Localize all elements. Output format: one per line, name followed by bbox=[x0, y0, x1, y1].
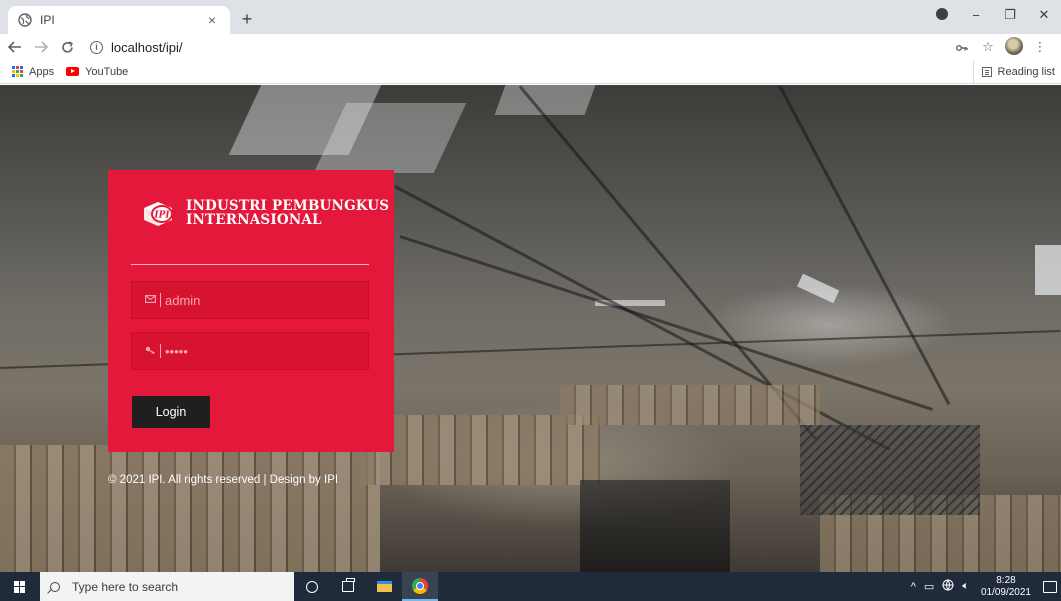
reading-list-icon bbox=[981, 67, 992, 77]
menu-icon[interactable]: ⋮ bbox=[1027, 39, 1053, 55]
system-tray: ^ ▭ 🔈︎ 8:28 01/09/2021 bbox=[907, 572, 1061, 601]
arrow-left-icon bbox=[8, 41, 21, 53]
field-separator bbox=[160, 344, 161, 358]
tab-close-icon[interactable]: × bbox=[204, 12, 220, 28]
task-view-button[interactable] bbox=[330, 572, 366, 601]
reload-button[interactable] bbox=[56, 36, 78, 58]
bookmarks-bar: Apps YouTube Reading list bbox=[0, 60, 1061, 84]
apps-grid-icon bbox=[12, 66, 23, 77]
arrow-right-icon bbox=[35, 41, 48, 53]
login-button[interactable]: Login bbox=[132, 396, 210, 428]
info-icon[interactable]: i bbox=[90, 40, 103, 54]
logo-text: IPI bbox=[153, 211, 170, 221]
bookmark-apps[interactable]: Apps bbox=[12, 66, 54, 78]
cortana-button[interactable] bbox=[294, 572, 330, 601]
start-button[interactable] bbox=[0, 572, 40, 601]
reading-list-label: Reading list bbox=[997, 66, 1055, 78]
minimize-button[interactable]: − bbox=[959, 8, 993, 23]
page-viewport: IPI INDUSTRI PEMBUNGKUS INTERNASIONAL ad… bbox=[0, 85, 1061, 572]
search-placeholder: Type here to search bbox=[72, 579, 179, 594]
browser-tab[interactable]: IPI × bbox=[8, 6, 230, 34]
clock-time: 8:28 bbox=[996, 574, 1016, 586]
envelope-icon bbox=[144, 294, 157, 306]
youtube-icon bbox=[66, 67, 80, 76]
volume-icon[interactable]: 🔈︎ bbox=[962, 580, 969, 593]
ipi-logo-icon: IPI bbox=[144, 202, 173, 226]
field-separator bbox=[160, 293, 161, 307]
tab-title: IPI bbox=[40, 13, 55, 27]
password-field[interactable]: ••••• bbox=[131, 332, 369, 370]
brand-line1: INDUSTRI PEMBUNGKUS bbox=[186, 198, 390, 214]
avatar[interactable] bbox=[1001, 36, 1027, 58]
toolbar-actions: ☆ ⋮ bbox=[949, 36, 1053, 58]
windows-icon bbox=[14, 580, 26, 593]
copyright-text: © 2021 IPI. All rights reserved | Design… bbox=[108, 474, 339, 486]
task-view-icon bbox=[342, 578, 355, 592]
star-icon[interactable]: ☆ bbox=[975, 39, 1001, 55]
folder-icon bbox=[376, 581, 392, 592]
reload-icon bbox=[61, 40, 73, 53]
url-text[interactable]: localhost/ipi/ bbox=[111, 40, 183, 55]
globe-icon bbox=[18, 13, 32, 27]
taskbar: Type here to search ^ ▭ 🔈︎ 8:28 01/09/20… bbox=[0, 572, 1061, 601]
back-button[interactable] bbox=[4, 36, 26, 58]
login-card: IPI INDUSTRI PEMBUNGKUS INTERNASIONAL ad… bbox=[108, 170, 394, 452]
chrome-taskbar-button[interactable] bbox=[402, 572, 438, 601]
browser-tabstrip: IPI × + − ❐ ✕ bbox=[0, 0, 1061, 34]
brand-line2: INTERNASIONAL bbox=[186, 212, 322, 228]
network-icon[interactable] bbox=[942, 579, 954, 594]
password-value[interactable]: ••••• bbox=[165, 344, 188, 359]
close-window-button[interactable]: ✕ bbox=[1027, 7, 1061, 23]
email-value[interactable]: admin bbox=[165, 293, 200, 308]
new-tab-button[interactable]: + bbox=[236, 8, 258, 30]
bookmark-label: YouTube bbox=[85, 65, 129, 78]
clock[interactable]: 8:28 01/09/2021 bbox=[981, 575, 1031, 599]
window-controls: − ❐ ✕ bbox=[925, 0, 1061, 30]
brand-divider bbox=[131, 264, 369, 265]
reading-list-button[interactable]: Reading list bbox=[972, 60, 1055, 84]
forward-button[interactable] bbox=[30, 36, 52, 58]
search-icon bbox=[50, 581, 60, 592]
brand-name: INDUSTRI PEMBUNGKUS INTERNASIONAL bbox=[186, 199, 389, 227]
chrome-icon bbox=[412, 577, 428, 594]
key-icon[interactable] bbox=[949, 40, 975, 55]
chevron-up-icon[interactable]: ^ bbox=[911, 581, 916, 593]
profile-icon[interactable] bbox=[925, 7, 959, 23]
taskbar-search[interactable]: Type here to search bbox=[40, 572, 294, 601]
notifications-icon[interactable] bbox=[1043, 580, 1057, 593]
key-icon bbox=[144, 345, 157, 357]
maximize-button[interactable]: ❐ bbox=[993, 7, 1027, 23]
bookmark-youtube[interactable]: YouTube bbox=[66, 66, 128, 78]
bookmark-label: Apps bbox=[29, 65, 55, 78]
clock-date: 01/09/2021 bbox=[980, 586, 1031, 598]
address-bar[interactable]: i localhost/ipi/ bbox=[84, 36, 949, 58]
browser-toolbar: i localhost/ipi/ ☆ ⋮ bbox=[0, 34, 1061, 60]
file-explorer-button[interactable] bbox=[366, 572, 402, 601]
email-field[interactable]: admin bbox=[131, 281, 369, 319]
brand: IPI INDUSTRI PEMBUNGKUS INTERNASIONAL bbox=[138, 198, 389, 228]
cortana-icon bbox=[306, 580, 318, 593]
battery-icon[interactable]: ▭ bbox=[924, 580, 934, 593]
